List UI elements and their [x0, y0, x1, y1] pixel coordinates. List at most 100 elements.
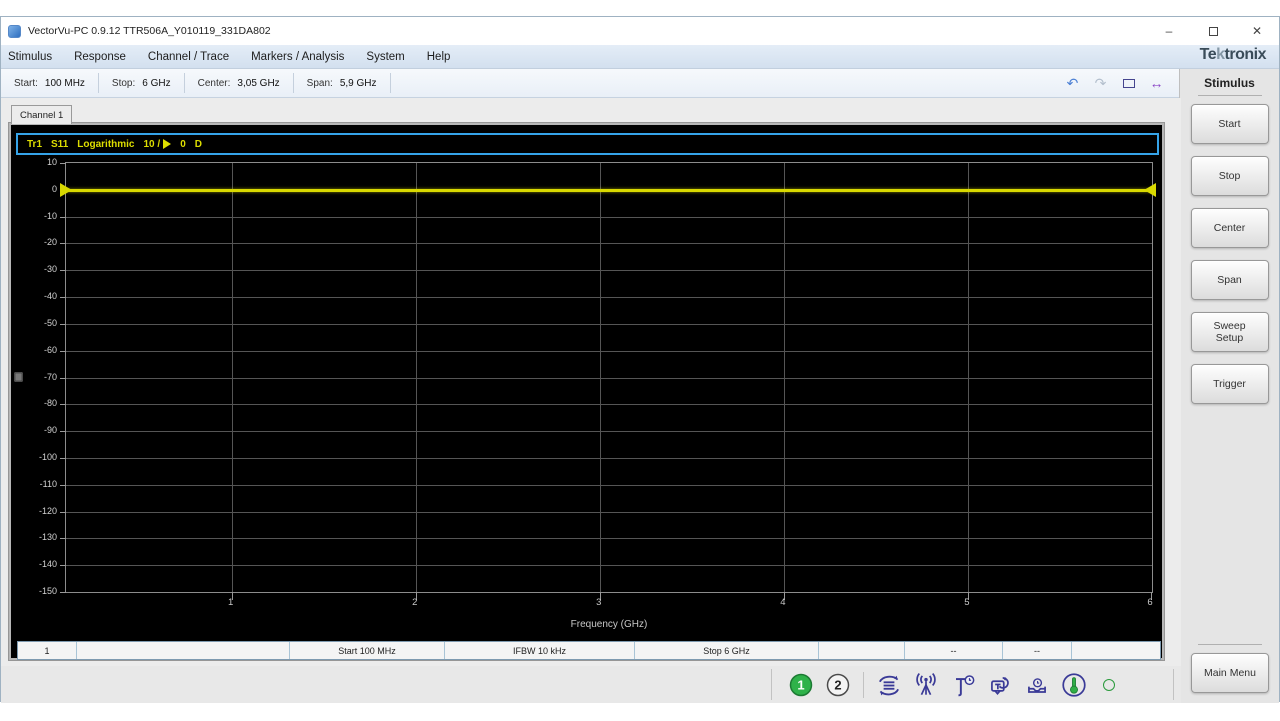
- sweep-setup-button[interactable]: Sweep Setup: [1190, 312, 1269, 352]
- trace-parameter: S11: [51, 138, 69, 150]
- menu-channel-trace[interactable]: Channel / Trace: [137, 45, 240, 68]
- trace-header[interactable]: Tr1 S11 Logarithmic 10 / 0 D: [16, 133, 1159, 155]
- status-stop: Stop 6 GHz: [635, 642, 819, 659]
- trace-name: Tr1: [27, 138, 43, 150]
- span-button[interactable]: Span: [1190, 260, 1269, 300]
- reference-marker-icon: [163, 139, 172, 149]
- y-tick-label: 10: [46, 157, 57, 167]
- stimulus-sidebar: Stimulus Start Stop Center Span Sweep Se…: [1179, 69, 1279, 703]
- status-cell: [1072, 642, 1160, 659]
- trace-ref-value: 0: [180, 138, 186, 150]
- window-title: VectorVu-PC 0.9.12 TTR506A_Y010119_331DA…: [28, 25, 271, 37]
- y-tick-label: -140: [38, 559, 57, 570]
- x-tick-label: 6: [1147, 597, 1153, 608]
- maximize-icon: [1208, 26, 1218, 36]
- x-tick-label: 5: [964, 597, 970, 608]
- sweep-sync-icon: [875, 671, 903, 699]
- y-tick-label: -60: [43, 344, 57, 355]
- x-axis-title: Frequency (GHz): [570, 619, 648, 630]
- undo-icon[interactable]: ↶: [1062, 73, 1083, 94]
- stop-button[interactable]: Stop: [1190, 156, 1269, 196]
- sidebar-divider: [1198, 644, 1262, 645]
- y-tick-label: -100: [38, 451, 57, 462]
- y-tick-label: -50: [43, 317, 57, 328]
- start-frequency-field[interactable]: Start: 100 MHz: [1, 69, 98, 97]
- status-dash-1: --: [905, 642, 1003, 659]
- app-window: VectorVu-PC 0.9.12 TTR506A_Y010119_331DA…: [0, 16, 1280, 703]
- temperature-icon: [1060, 671, 1088, 699]
- status-cell: [819, 642, 905, 659]
- sweep-status-row: 1 Start 100 MHz IFBW 10 kHz Stop 6 GHz -…: [17, 641, 1161, 660]
- y-axis-labels: 10 0 -10 -20 -30 -40 -50 -60 -70 -80 -90 -100 -110 -1…: [11, 157, 65, 596]
- y-tick-label: -30: [43, 264, 57, 275]
- statusbar-separator: [771, 669, 772, 700]
- trace-ref-unit: D: [194, 138, 202, 150]
- rf-output-icon: [912, 671, 940, 699]
- y-tick-label: -150: [38, 586, 57, 596]
- save-state-icon: [1023, 671, 1051, 699]
- maximize-button[interactable]: [1191, 17, 1235, 45]
- trigger-button[interactable]: Trigger: [1190, 364, 1269, 404]
- menu-stimulus[interactable]: Stimulus: [1, 45, 63, 68]
- pan-arrows-icon[interactable]: ↔: [1146, 73, 1167, 94]
- menu-system[interactable]: System: [355, 45, 415, 68]
- app-icon: [8, 24, 21, 38]
- toolbar-separator: [389, 73, 391, 93]
- redo-icon[interactable]: ↷: [1090, 73, 1111, 94]
- sidebar-title: Stimulus: [1204, 76, 1255, 90]
- x-tick-label: 2: [412, 597, 418, 608]
- chart-panel: Tr1 S11 Logarithmic 10 / 0 D 10 0 -10 -20 -3…: [9, 123, 1164, 660]
- status-trace-number: 1: [18, 642, 77, 659]
- span-frequency-field[interactable]: Span: 5,9 GHz: [294, 69, 390, 97]
- minimize-button[interactable]: –: [1147, 17, 1191, 45]
- trace-format: Logarithmic: [77, 138, 135, 150]
- center-button[interactable]: Center: [1190, 208, 1269, 248]
- status-dash-2: --: [1003, 642, 1072, 659]
- y-tick-label: -120: [38, 505, 57, 516]
- title-bar: VectorVu-PC 0.9.12 TTR506A_Y010119_331DA…: [1, 17, 1279, 45]
- ready-indicator: [1103, 678, 1115, 691]
- trace-update-icon: [986, 671, 1014, 699]
- tab-channel-1[interactable]: Channel 1: [11, 105, 73, 124]
- channel-2-indicator[interactable]: 2: [824, 671, 852, 699]
- scale-indicator-icon: [14, 371, 23, 382]
- status-ifbw: IFBW 10 kHz: [445, 642, 635, 659]
- y-tick-label: 0: [51, 183, 57, 194]
- svg-text:1: 1: [797, 677, 804, 692]
- y-tick-label: -130: [38, 532, 57, 543]
- sidebar-divider: [1197, 95, 1262, 96]
- menu-markers-analysis[interactable]: Markers / Analysis: [240, 45, 355, 68]
- plot-area[interactable]: [60, 162, 1156, 600]
- stop-frequency-field[interactable]: Stop: 6 GHz: [99, 69, 184, 97]
- x-tick-label: 1: [228, 597, 234, 608]
- close-button[interactable]: ✕: [1235, 17, 1279, 45]
- y-tick-label: -80: [43, 398, 57, 409]
- frequency-toolbar: Start: 100 MHz Stop: 6 GHz Center: 3,05 …: [1, 69, 1181, 98]
- trace-scale: 10 /: [143, 138, 161, 150]
- x-axis-labels: 1 2 3 4 5 6: [65, 597, 1153, 611]
- trigger-clock-icon: [949, 671, 977, 699]
- x-tick-label: 3: [596, 597, 602, 608]
- trace-end-marker-icon: [1144, 182, 1156, 197]
- x-tick-label: 4: [780, 597, 786, 608]
- y-tick-label: -90: [43, 425, 57, 436]
- bottom-status-bar: 1 2: [1, 666, 1181, 703]
- channel-1-indicator[interactable]: 1: [787, 671, 815, 699]
- center-frequency-field[interactable]: Center: 3,05 GHz: [185, 69, 293, 97]
- trace-tr1-s11: [66, 188, 1152, 192]
- menu-response[interactable]: Response: [63, 45, 137, 68]
- menu-bar: Stimulus Response Channel / Trace Marker…: [1, 45, 1279, 69]
- trace-start-marker-icon: [60, 182, 72, 197]
- menu-help[interactable]: Help: [416, 45, 462, 68]
- start-button[interactable]: Start: [1190, 104, 1269, 144]
- main-menu-button[interactable]: Main Menu: [1191, 653, 1269, 693]
- svg-text:2: 2: [834, 677, 841, 692]
- zoom-window-icon[interactable]: [1118, 73, 1139, 94]
- y-tick-label: -110: [39, 478, 57, 489]
- y-tick-label: -40: [43, 291, 57, 302]
- main-area: Channel 1 Tr1 S11 Logarithmic 10 / 0 D 1…: [1, 98, 1181, 703]
- status-start: Start 100 MHz: [290, 642, 445, 659]
- y-tick-label: -10: [43, 210, 57, 221]
- y-tick-label: -20: [43, 237, 57, 248]
- statusbar-separator: [863, 671, 864, 698]
